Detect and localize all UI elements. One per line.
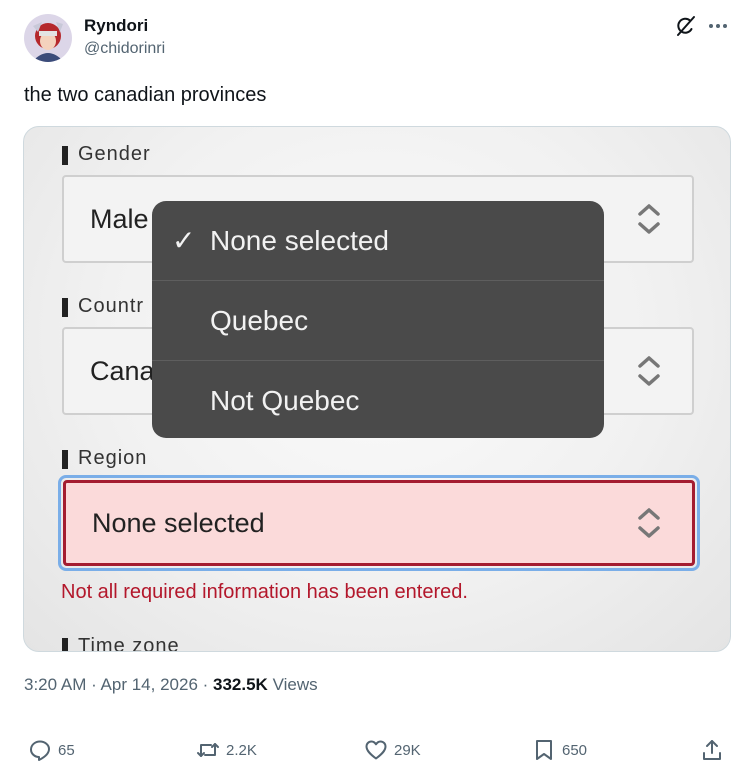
reply-button[interactable]: 65 [28, 738, 75, 762]
separator: · [86, 675, 101, 694]
tweet-action-bar: 65 2.2K 29K 650 [0, 734, 752, 766]
tweet-media-image[interactable]: Gender Male Countr Cana Region None sele… [23, 126, 731, 652]
dropdown-option-quebec[interactable]: Quebec [152, 280, 604, 360]
gender-label: Gender [62, 143, 151, 166]
views-count: 332.5K [213, 675, 268, 694]
chevron-updown-icon [638, 204, 660, 234]
gender-value: Male [90, 204, 149, 234]
repost-button[interactable]: 2.2K [196, 738, 257, 762]
chevron-updown-icon [638, 508, 660, 538]
dropdown-option-not-quebec[interactable]: Not Quebec [152, 360, 604, 438]
region-value: None selected [92, 508, 265, 538]
region-select[interactable]: None selected [63, 480, 695, 566]
repost-count: 2.2K [226, 741, 257, 759]
reply-icon [30, 740, 50, 761]
checkmark-icon: ✓ [172, 225, 196, 256]
dropdown-option-label: None selected [210, 225, 390, 256]
region-label: Region [62, 447, 147, 470]
like-button[interactable]: 29K [364, 738, 421, 762]
tweet-meta: 3:20 AM · Apr 14, 2026 · 332.5K Views [24, 675, 318, 695]
display-name[interactable]: Ryndori [84, 16, 148, 36]
user-handle[interactable]: @chidorinri [84, 40, 165, 58]
country-label: Countr [62, 295, 144, 318]
reply-count: 65 [58, 741, 75, 759]
timezone-label: Time zone [62, 635, 180, 651]
bookmark-count: 650 [562, 741, 588, 759]
tweet-time[interactable]: 3:20 AM [24, 675, 86, 694]
separator: · [197, 675, 214, 694]
dropdown-option-label: Not Quebec [210, 385, 360, 416]
repost-icon [197, 743, 219, 757]
grok-icon[interactable] [673, 14, 697, 38]
bookmark-icon [536, 740, 552, 760]
share-button[interactable] [700, 738, 724, 762]
tweet-date[interactable]: Apr 14, 2026 [101, 675, 198, 694]
chevron-updown-icon [638, 356, 660, 386]
bookmark-button[interactable]: 650 [532, 738, 587, 762]
avatar[interactable] [24, 14, 72, 62]
share-icon [703, 740, 721, 760]
dropdown-option-label: Quebec [210, 305, 309, 336]
region-focus-ring: None selected [58, 475, 700, 571]
tweet-text: the two canadian provinces [24, 84, 267, 106]
region-dropdown-menu: ✓ None selected Quebec Not Quebec [152, 201, 604, 438]
validation-error-message: Not all required information has been en… [61, 581, 468, 603]
dropdown-option-none-selected[interactable]: ✓ None selected [152, 201, 604, 281]
more-options-icon[interactable] [706, 14, 730, 38]
country-value: Cana [90, 356, 155, 386]
views-label: Views [267, 675, 318, 694]
like-count: 29K [394, 741, 421, 759]
heart-icon [365, 740, 387, 760]
